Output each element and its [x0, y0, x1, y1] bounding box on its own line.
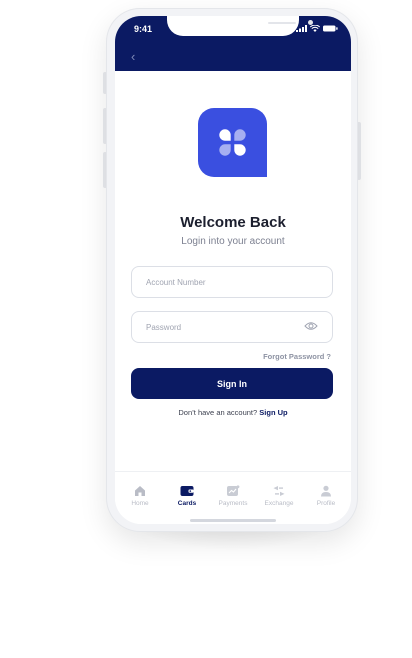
home-indicator [190, 519, 276, 522]
phone-screen: 9:41 ‹ Welcome Back Login into your acco… [115, 16, 351, 524]
page-subtitle: Login into your account [181, 236, 285, 247]
exchange-icon [273, 486, 285, 496]
profile-icon [321, 485, 331, 497]
nav-label-home: Home [131, 500, 149, 507]
signup-row: Don’t have an account? Sign Up [115, 408, 351, 417]
home-icon [135, 486, 145, 496]
forgot-password-link[interactable]: Forgot Password ? [263, 352, 331, 361]
sign-in-button[interactable]: Sign In [131, 368, 333, 399]
battery-icon [323, 25, 338, 32]
nav-item-cards[interactable]: Cards [165, 485, 209, 507]
nav-label-cards: Cards [177, 500, 197, 507]
status-icons [296, 25, 338, 32]
signup-prompt: Don’t have an account? [178, 408, 258, 417]
nav-item-payments[interactable]: Payments [211, 485, 255, 507]
app-header: 9:41 ‹ [115, 16, 351, 71]
back-button[interactable]: ‹ [131, 50, 135, 63]
bottom-nav: Home Cards Payments Exchange Profile [115, 471, 351, 524]
nav-label-exchange: Exchange [264, 500, 294, 507]
page-title: Welcome Back [180, 214, 286, 231]
account-number-input[interactable]: Account Number [131, 266, 333, 298]
password-input[interactable]: Password [131, 311, 333, 343]
signal-icon [296, 25, 307, 32]
account-number-placeholder: Account Number [146, 277, 206, 287]
nav-item-profile[interactable]: Profile [304, 485, 348, 507]
nav-label-profile: Profile [316, 500, 336, 507]
chart-icon [227, 485, 240, 496]
speaker [268, 22, 296, 24]
nav-label-payments: Payments [218, 500, 248, 507]
password-placeholder: Password [146, 322, 182, 332]
nav-item-home[interactable]: Home [118, 485, 162, 507]
sign-up-link[interactable]: Sign Up [259, 408, 287, 417]
nav-item-exchange[interactable]: Exchange [257, 485, 301, 507]
app-logo [198, 108, 267, 177]
status-time: 9:41 [134, 24, 153, 34]
wallet-icon [180, 486, 194, 496]
wifi-icon [310, 25, 320, 32]
eye-icon[interactable] [304, 321, 318, 331]
notch [167, 16, 313, 36]
clover-logo-icon [219, 129, 246, 156]
